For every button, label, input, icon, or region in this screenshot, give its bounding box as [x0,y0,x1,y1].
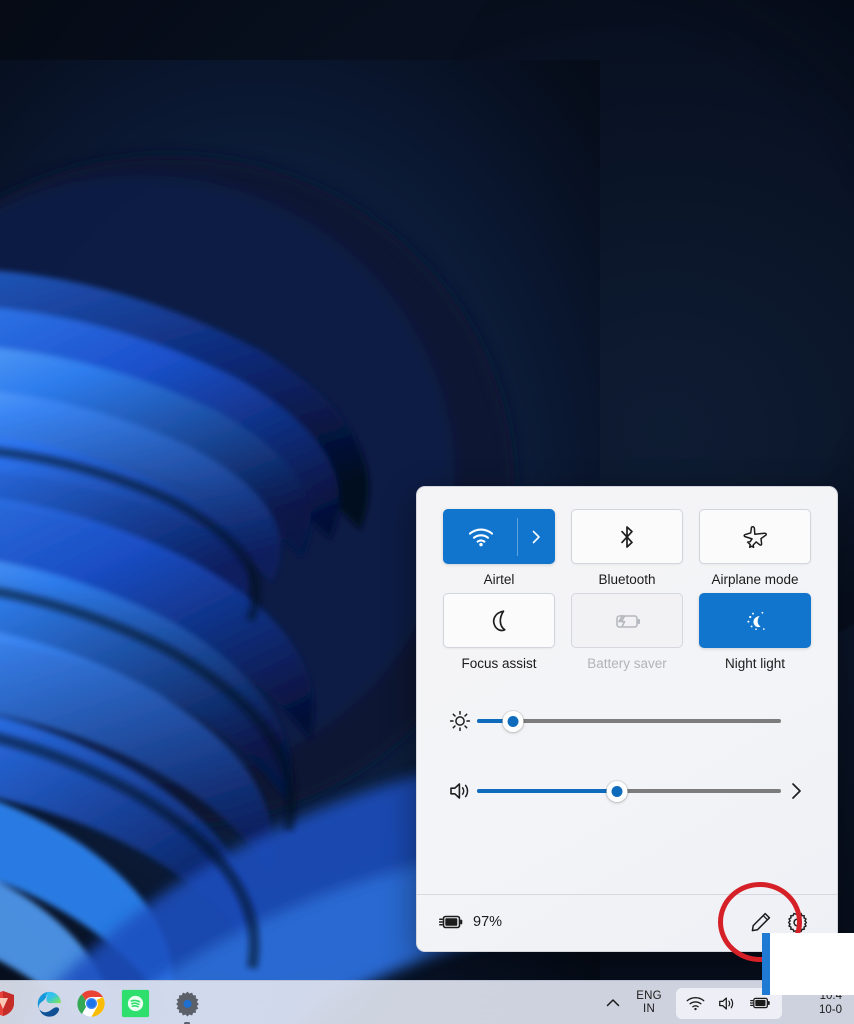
tile-focus-assist[interactable] [443,593,555,648]
wifi-tray-icon [686,996,705,1010]
clock-date: 10-0 [818,1004,842,1016]
tile-wifi[interactable] [443,509,555,564]
language-line-1: ENG [636,990,662,1002]
brightness-slider-thumb[interactable] [502,710,524,732]
taskbar: ENG IN 10:4 10-0 [0,980,854,1024]
quick-settings-tiles: Airtel Bluetooth Airplane mode Focus ass… [417,487,837,671]
volume-slider[interactable] [477,777,781,805]
tile-row-2: Focus assist Battery saver Night light [443,593,811,671]
tile-label-bluetooth: Bluetooth [598,572,656,587]
volume-icon-wrap[interactable] [443,780,477,802]
tile-cell-wifi: Airtel [443,509,555,587]
tile-cell-bluetooth: Bluetooth [571,509,683,587]
tile-cell-battery-saver: Battery saver [571,593,683,671]
tile-wifi-toggle[interactable] [444,510,517,563]
tile-battery-saver[interactable] [571,593,683,648]
volume-icon [450,783,469,799]
tile-cell-airplane: Airplane mode [699,509,811,587]
language-indicator[interactable]: ENG IN [628,990,670,1016]
battery-charging-icon [439,915,463,929]
chevron-right-icon [792,783,801,799]
tile-label-airplane-mode: Airplane mode [711,572,799,587]
shield-app-icon [0,991,14,1016]
brightness-slider[interactable] [477,707,781,735]
battery-percent-label: 97% [473,914,503,930]
chevron-up-icon [606,999,620,1007]
language-line-2: IN [643,1003,655,1015]
battery-charging-tray-icon [750,997,770,1009]
microsoft-edge-icon [37,991,61,1017]
taskbar-item-edge[interactable] [32,988,62,1018]
brightness-icon [449,710,471,732]
google-chrome-icon [76,989,105,1017]
tile-label-battery-saver: Battery saver [587,656,667,671]
brightness-slider-row [443,699,811,743]
tile-airplane-mode[interactable] [699,509,811,564]
tile-row-1: Airtel Bluetooth Airplane mode [443,509,811,587]
annotation-white-overlay-box [770,933,854,995]
taskbar-item-settings[interactable] [172,988,202,1024]
spotify-green-app-icon [121,989,149,1017]
tile-wifi-expand[interactable] [518,529,554,545]
pencil-edit-icon [751,912,771,932]
taskbar-app-icons [0,981,202,1024]
screen: Airtel Bluetooth Airplane mode Focus ass… [0,0,854,1024]
tile-label-night-light: Night light [724,656,786,671]
volume-slider-thumb[interactable] [606,780,628,802]
gear-icon [787,911,807,933]
tile-night-light[interactable] [699,593,811,648]
tile-label-focus-assist: Focus assist [461,656,537,671]
tile-bluetooth[interactable] [571,509,683,564]
battery-saver-icon [616,614,640,628]
battery-status: 97% [439,913,502,931]
volume-slider-fill [477,789,617,793]
taskbar-item-shield[interactable] [0,988,18,1018]
bluetooth-icon [621,525,633,548]
tile-label-wifi: Airtel [483,572,515,587]
chevron-right-icon [532,530,540,543]
quick-settings-sliders [417,677,837,813]
tile-cell-night-light: Night light [699,593,811,671]
tray-overflow-button[interactable] [598,981,628,1024]
volume-expand-button[interactable] [781,781,811,801]
taskbar-item-spotify[interactable] [120,988,150,1018]
night-light-icon [747,611,765,630]
airplane-icon [743,525,767,548]
settings-gear-icon [175,991,199,1017]
volume-tray-icon [719,996,734,1010]
tile-cell-focus-assist: Focus assist [443,593,555,671]
brightness-icon-wrap [443,710,477,732]
quick-settings-panel: Airtel Bluetooth Airplane mode Focus ass… [416,486,838,952]
volume-slider-row [443,769,811,813]
moon-icon [492,609,506,631]
wifi-icon [468,528,493,546]
taskbar-item-chrome[interactable] [76,988,106,1018]
